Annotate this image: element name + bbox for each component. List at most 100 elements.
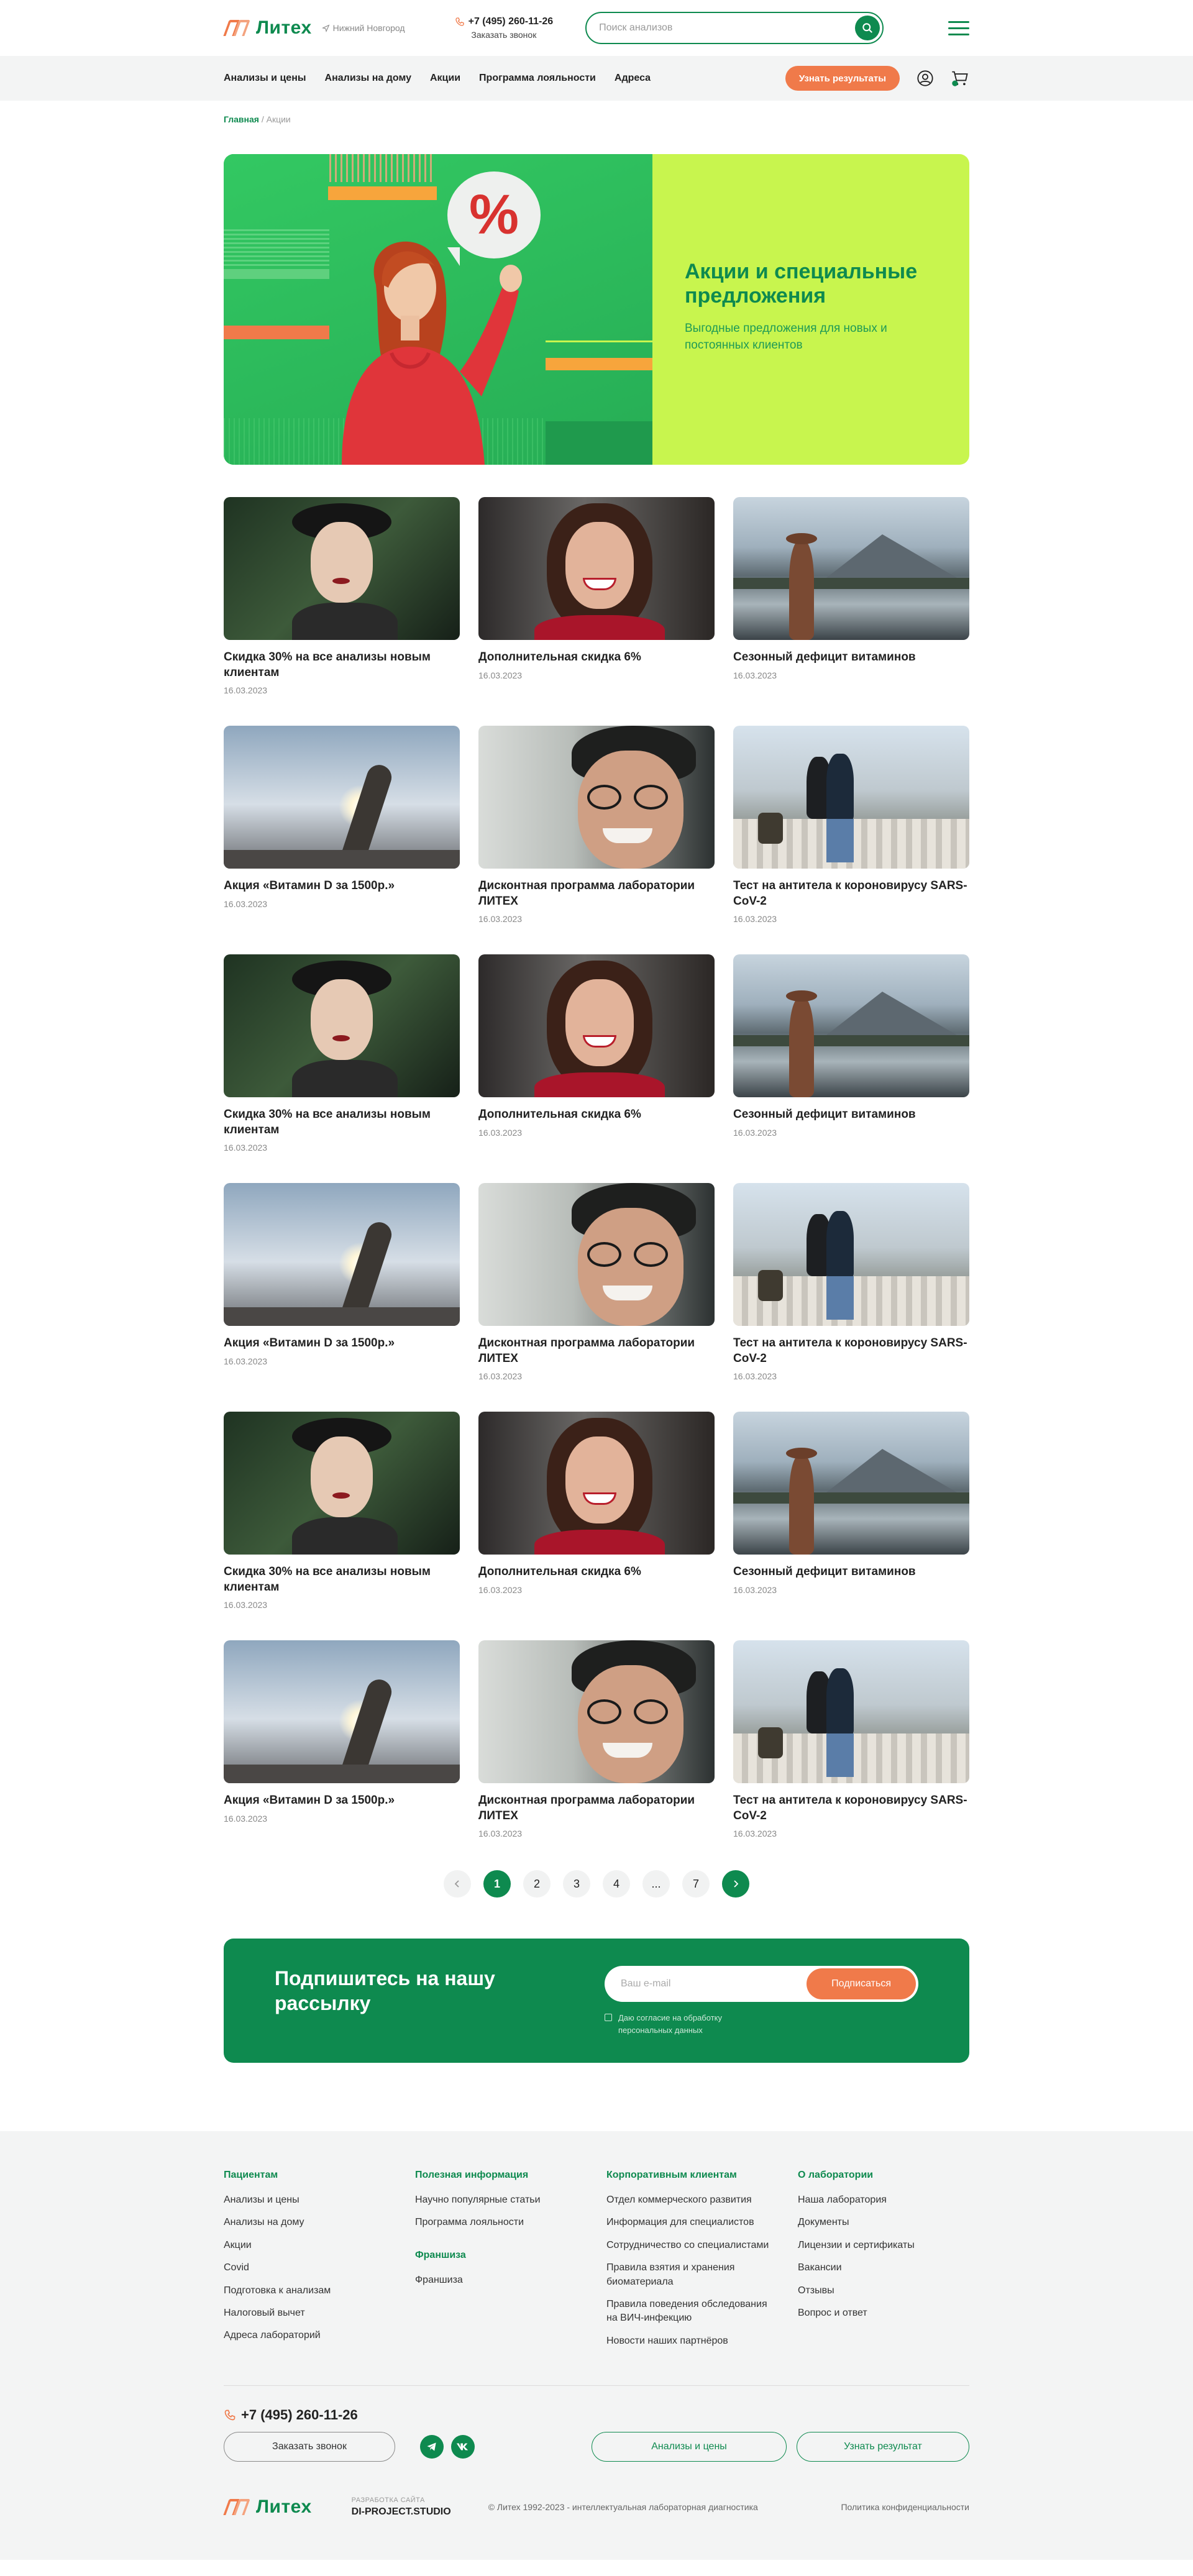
- footer-link[interactable]: Акции: [224, 2239, 391, 2252]
- pagination-next[interactable]: [722, 1870, 749, 1898]
- footer-link[interactable]: Франшиза: [415, 2273, 583, 2287]
- promo-card[interactable]: Скидка 30% на все анализы новым клиентам…: [224, 1412, 460, 1612]
- promo-card-title[interactable]: Тест на антитела к короновирусу SARS-CoV…: [733, 879, 969, 909]
- nav-item-analyses[interactable]: Анализы и цены: [224, 73, 306, 84]
- promo-card-title[interactable]: Сезонный дефицит витаминов: [733, 650, 969, 665]
- promo-card[interactable]: Акция «Витамин D за 1500р.» 16.03.2023: [224, 1183, 460, 1383]
- promo-card-image[interactable]: [733, 954, 969, 1097]
- promo-card-image[interactable]: [733, 1183, 969, 1326]
- promo-card-title[interactable]: Акция «Витамин D за 1500р.»: [224, 1336, 460, 1351]
- footer-link[interactable]: Анализы на дому: [224, 2216, 391, 2229]
- footer-link[interactable]: Вопрос и ответ: [798, 2306, 966, 2320]
- pagination-page-3[interactable]: 3: [563, 1870, 590, 1898]
- promo-card-title[interactable]: Дополнительная скидка 6%: [478, 1107, 715, 1123]
- promo-card[interactable]: Тест на антитела к короновирусу SARS-CoV…: [733, 1183, 969, 1383]
- footer-phone[interactable]: +7 (495) 260-11-26: [224, 2407, 969, 2423]
- search-button[interactable]: [855, 16, 880, 40]
- promo-card[interactable]: Сезонный дефицит витаминов 16.03.2023: [733, 497, 969, 697]
- promo-card[interactable]: Тест на антитела к короновирусу SARS-CoV…: [733, 1640, 969, 1840]
- promo-card-image[interactable]: [733, 497, 969, 640]
- nav-item-loyalty[interactable]: Программа лояльности: [479, 73, 596, 84]
- promo-card-title[interactable]: Дисконтная программа лаборатории ЛИТЕХ: [478, 1793, 715, 1824]
- promo-card-image[interactable]: [224, 1640, 460, 1783]
- promo-card[interactable]: Акция «Витамин D за 1500р.» 16.03.2023: [224, 726, 460, 926]
- footer-link[interactable]: Программа лояльности: [415, 2216, 583, 2229]
- promo-card-image[interactable]: [224, 954, 460, 1097]
- burger-menu-icon[interactable]: [948, 21, 969, 35]
- vk-button[interactable]: [451, 2435, 475, 2459]
- pagination-page-1[interactable]: 1: [483, 1870, 511, 1898]
- email-field[interactable]: [621, 1978, 807, 1989]
- promo-card-title[interactable]: Дополнительная скидка 6%: [478, 1564, 715, 1580]
- promo-card-image[interactable]: [478, 726, 715, 869]
- promo-card[interactable]: Скидка 30% на все анализы новым клиентам…: [224, 954, 460, 1154]
- promo-card[interactable]: Тест на антитела к короновирусу SARS-CoV…: [733, 726, 969, 926]
- promo-card-image[interactable]: [224, 1183, 460, 1326]
- footer-link[interactable]: Отзывы: [798, 2284, 966, 2298]
- promo-card-image[interactable]: [733, 1412, 969, 1555]
- logo[interactable]: Литех: [223, 17, 312, 39]
- promo-card-image[interactable]: [224, 726, 460, 869]
- nav-item-promotions[interactable]: Акции: [430, 73, 460, 84]
- search-input[interactable]: [599, 22, 856, 34]
- promo-card[interactable]: Скидка 30% на все анализы новым клиентам…: [224, 497, 460, 697]
- footer-call-button[interactable]: Заказать звонок: [224, 2432, 395, 2462]
- promo-card[interactable]: Сезонный дефицит витаминов 16.03.2023: [733, 954, 969, 1154]
- promo-card-image[interactable]: [478, 1183, 715, 1326]
- promo-card[interactable]: Дополнительная скидка 6% 16.03.2023: [478, 954, 715, 1154]
- promo-card[interactable]: Сезонный дефицит витаминов 16.03.2023: [733, 1412, 969, 1612]
- footer-link[interactable]: Адреса лабораторий: [224, 2329, 391, 2342]
- promo-card-image[interactable]: [733, 1640, 969, 1783]
- promo-card-image[interactable]: [478, 1640, 715, 1783]
- promo-card-title[interactable]: Сезонный дефицит витаминов: [733, 1564, 969, 1580]
- footer-link[interactable]: Налоговый вычет: [224, 2306, 391, 2320]
- promo-card-title[interactable]: Акция «Витамин D за 1500р.»: [224, 1793, 460, 1809]
- promo-card[interactable]: Акция «Витамин D за 1500р.» 16.03.2023: [224, 1640, 460, 1840]
- header-phone[interactable]: +7 (495) 260-11-26: [455, 16, 553, 27]
- pagination-page-2[interactable]: 2: [523, 1870, 551, 1898]
- footer-link[interactable]: Новости наших партнёров: [606, 2334, 774, 2348]
- city-selector[interactable]: Нижний Новгород: [321, 23, 405, 33]
- promo-card-image[interactable]: [478, 1412, 715, 1555]
- promo-card-title[interactable]: Сезонный дефицит витаминов: [733, 1107, 969, 1123]
- promo-card-image[interactable]: [478, 497, 715, 640]
- promo-card[interactable]: Дисконтная программа лаборатории ЛИТЕХ 16…: [478, 726, 715, 926]
- footer-link[interactable]: Подготовка к анализам: [224, 2284, 391, 2298]
- promo-card-title[interactable]: Скидка 30% на все анализы новым клиентам: [224, 1564, 460, 1595]
- footer-link[interactable]: Документы: [798, 2216, 966, 2229]
- promo-card-title[interactable]: Тест на антитела к короновирусу SARS-CoV…: [733, 1336, 969, 1366]
- promo-card-title[interactable]: Акция «Витамин D за 1500р.»: [224, 879, 460, 894]
- promo-card-title[interactable]: Скидка 30% на все анализы новым клиентам: [224, 1107, 460, 1138]
- subscribe-button[interactable]: Подписаться: [807, 1968, 916, 1999]
- cart-button[interactable]: [951, 69, 969, 88]
- promo-card-image[interactable]: [224, 497, 460, 640]
- account-button[interactable]: [916, 69, 935, 88]
- promo-card-image[interactable]: [478, 954, 715, 1097]
- promo-card-title[interactable]: Дисконтная программа лаборатории ЛИТЕХ: [478, 879, 715, 909]
- nav-item-addresses[interactable]: Адреса: [615, 73, 651, 84]
- footer-link[interactable]: Информация для специалистов: [606, 2216, 774, 2229]
- promo-card[interactable]: Дисконтная программа лаборатории ЛИТЕХ 16…: [478, 1183, 715, 1383]
- breadcrumb-home[interactable]: Главная: [224, 114, 259, 124]
- footer-link[interactable]: Covid: [224, 2261, 391, 2275]
- order-call-link[interactable]: Заказать звонок: [455, 30, 554, 40]
- footer-link[interactable]: Сотрудничество со специалистами: [606, 2239, 774, 2252]
- pagination-page-4[interactable]: 4: [603, 1870, 630, 1898]
- get-results-button[interactable]: Узнать результаты: [785, 66, 900, 91]
- pagination-prev[interactable]: [444, 1870, 471, 1898]
- footer-link[interactable]: Лицензии и сертификаты: [798, 2239, 966, 2252]
- promo-card-title[interactable]: Дополнительная скидка 6%: [478, 650, 715, 665]
- footer-link[interactable]: Анализы и цены: [224, 2193, 391, 2207]
- pagination-page-7[interactable]: 7: [682, 1870, 710, 1898]
- promo-card[interactable]: Дополнительная скидка 6% 16.03.2023: [478, 497, 715, 697]
- telegram-button[interactable]: [420, 2435, 444, 2459]
- footer-link[interactable]: Правила взятия и хранения биоматериала: [606, 2261, 774, 2289]
- footer-link[interactable]: Научно популярные статьи: [415, 2193, 583, 2207]
- footer-link[interactable]: Правила поведения обследования на ВИЧ-ин…: [606, 2298, 774, 2326]
- promo-card-image[interactable]: [733, 726, 969, 869]
- checkbox-icon[interactable]: [605, 2014, 612, 2021]
- promo-card-title[interactable]: Дисконтная программа лаборатории ЛИТЕХ: [478, 1336, 715, 1366]
- promo-card[interactable]: Дисконтная программа лаборатории ЛИТЕХ 16…: [478, 1640, 715, 1840]
- nav-item-home-tests[interactable]: Анализы на дому: [325, 73, 411, 84]
- privacy-policy-link[interactable]: Политика конфиденциальности: [841, 2502, 969, 2512]
